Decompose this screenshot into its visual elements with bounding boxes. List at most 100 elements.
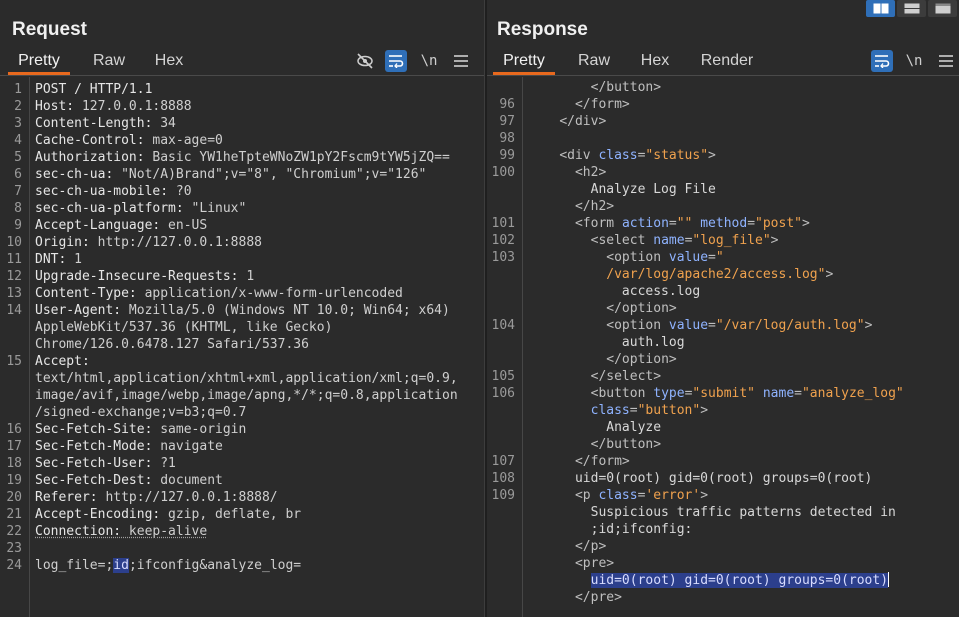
- code-token: =: [747, 216, 756, 231]
- code-token: <p: [574, 488, 599, 503]
- line-number: 106: [491, 386, 515, 401]
- request-line: sec-ch-ua: "Not/A)Brand";v="8", "Chromiu…: [35, 166, 426, 183]
- request-tab-hex[interactable]: Hex: [146, 48, 192, 75]
- code-token: /var/log/apache2/access.log": [606, 267, 826, 282]
- code-token: name: [762, 386, 795, 401]
- request-line: Accept-Language: en-US: [35, 217, 207, 234]
- header-value: 34: [152, 116, 176, 131]
- response-line: Analyze: [528, 419, 661, 436]
- request-tabbar: Pretty Raw Hex: [0, 48, 484, 76]
- header-name: User-Agent:: [35, 303, 122, 318]
- code-token: uid=0(root) gid=0(root) groups=0(root): [528, 471, 873, 486]
- hamburger-menu-icon[interactable]: [935, 50, 957, 72]
- line-number: 107: [491, 454, 515, 469]
- code-token: <option: [606, 250, 669, 265]
- newline-toggle[interactable]: \n: [903, 50, 925, 72]
- line-number: 105: [491, 369, 515, 384]
- line-number: 99: [499, 148, 515, 163]
- header-value: 127.0.0.1:8888: [74, 99, 192, 114]
- response-editor[interactable]: </button> 96 </form> 97 </div> 98 99 <div cl…: [487, 77, 959, 617]
- code-token: "status": [645, 148, 709, 163]
- request-line: DNT: 1: [35, 251, 82, 268]
- header-value: /signed-exchange;v=b3;q=0.7: [35, 405, 247, 420]
- response-line: </p>: [528, 538, 606, 555]
- response-line: </pre>: [528, 589, 622, 606]
- response-line: </button>: [528, 79, 661, 96]
- request-line: image/avif,image/webp,image/apng,*/*;q=0…: [35, 387, 458, 404]
- line-number: 15: [6, 354, 22, 369]
- code-token: <pre>: [574, 556, 615, 571]
- request-line: sec-ch-ua-platform: "Linux": [35, 200, 246, 217]
- code-token: >: [801, 216, 810, 231]
- header-value: navigate: [152, 439, 223, 454]
- line-number: 98: [499, 131, 515, 146]
- request-tab-raw[interactable]: Raw: [84, 48, 134, 75]
- header-value: same-origin: [152, 422, 247, 437]
- line-number: 13: [6, 286, 22, 301]
- header-value: AppleWebKit/537.36 (KHTML, like Gecko): [35, 320, 333, 335]
- code-token: >: [700, 488, 709, 503]
- code-token: =: [668, 216, 677, 231]
- code-token: </option>: [606, 352, 677, 367]
- code-token: <select: [590, 233, 654, 248]
- text-caret: [888, 572, 890, 587]
- header-name: sec-ch-ua:: [35, 167, 114, 182]
- single-pane-layout-icon[interactable]: [928, 0, 957, 17]
- selected-text: id: [113, 558, 129, 573]
- side-by-side-layout-icon[interactable]: [866, 0, 895, 17]
- line-number: 96: [499, 97, 515, 112]
- eye-slash-icon[interactable]: [354, 50, 376, 72]
- request-editor[interactable]: 1 POST / HTTP/1.1 2 Host: 127.0.0.1:8888 3 Co…: [0, 77, 484, 617]
- line-number: 20: [6, 490, 22, 505]
- response-tab-render[interactable]: Render: [692, 48, 762, 75]
- line-number: 12: [6, 269, 22, 284]
- line-number: 102: [491, 233, 515, 248]
- wrap-lines-icon[interactable]: [871, 50, 893, 72]
- request-line: Sec-Fetch-Site: same-origin: [35, 421, 246, 438]
- response-tab-hex[interactable]: Hex: [632, 48, 678, 75]
- hamburger-menu-icon[interactable]: [450, 50, 472, 72]
- top-bottom-layout-icon[interactable]: [897, 0, 926, 17]
- code-token: Suspicious traffic patterns detected in: [528, 505, 896, 520]
- code-token: </h2>: [574, 199, 615, 214]
- code-token: ": [715, 250, 724, 265]
- code-token: Analyze Log File: [528, 182, 716, 197]
- response-line: </h2>: [528, 198, 614, 215]
- code-token: "/var/log/auth.log": [715, 318, 865, 333]
- code-token: =: [708, 318, 716, 333]
- header-value: 1: [66, 252, 82, 267]
- code-token: "": [676, 216, 693, 231]
- header-name: Sec-Fetch-User:: [35, 456, 153, 471]
- header-name: Authorization:: [35, 150, 145, 165]
- code-token: </select>: [590, 369, 662, 384]
- code-token: "analyze_log": [801, 386, 904, 401]
- request-line: Content-Type: application/x-www-form-url…: [35, 285, 403, 302]
- line-number: 3: [14, 116, 22, 131]
- code-token: </pre>: [574, 590, 622, 605]
- code-token: </p>: [574, 539, 607, 554]
- header-value: application/x-www-form-urlencoded: [136, 286, 403, 301]
- body-text: ;ifconfig&analyze_log=: [128, 558, 302, 573]
- header-value: text/html,application/xhtml+xml,applicat…: [35, 371, 458, 386]
- response-line: </button>: [528, 436, 661, 453]
- code-token: class: [598, 148, 638, 163]
- response-line: ;id;ifconfig:: [528, 521, 693, 538]
- request-line: Upgrade-Insecure-Requests: 1: [35, 268, 254, 285]
- response-line: uid=0(root) gid=0(root) groups=0(root): [528, 470, 872, 487]
- response-title: Response: [497, 19, 588, 40]
- response-tab-pretty[interactable]: Pretty: [493, 48, 555, 75]
- wrap-lines-icon[interactable]: [385, 50, 407, 72]
- header-value: "Linux": [183, 201, 247, 216]
- header-value: gzip, deflate, br: [160, 507, 302, 522]
- request-tab-pretty[interactable]: Pretty: [8, 48, 70, 75]
- response-line: <p class='error'>: [528, 487, 708, 504]
- response-tab-raw[interactable]: Raw: [569, 48, 619, 75]
- header-value: image/avif,image/webp,image/apng,*/*;q=0…: [35, 388, 458, 403]
- header-name: Connection:: [35, 524, 122, 539]
- newline-toggle[interactable]: \n: [418, 50, 440, 72]
- code-token: Analyze: [528, 420, 662, 435]
